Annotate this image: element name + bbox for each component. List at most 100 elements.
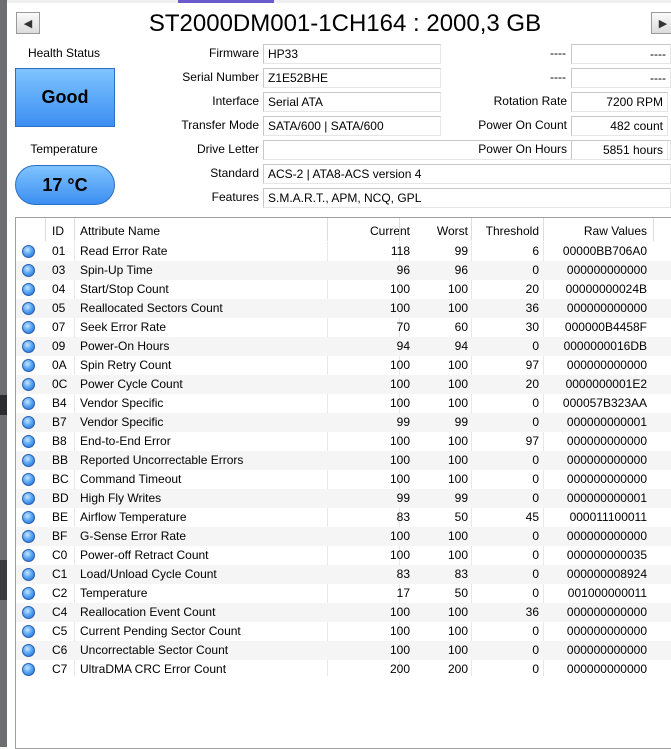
table-row[interactable]: 03 Spin-Up Time 96 96 0 000000000000 xyxy=(16,261,671,280)
power-on-count-field[interactable]: 482 count xyxy=(571,116,668,136)
firmware-label: Firmware xyxy=(209,46,259,60)
status-dot-icon xyxy=(22,663,35,676)
threshold-value: 0 xyxy=(532,662,539,676)
table-row[interactable]: C2 Temperature 17 50 0 001000000011 xyxy=(16,584,671,603)
firmware-field[interactable]: HP33 xyxy=(263,44,441,64)
current-value: 70 xyxy=(396,320,410,334)
status-dot-icon xyxy=(22,397,35,410)
raw-value: 000000000000 xyxy=(566,624,647,638)
worst-value: 94 xyxy=(454,339,468,353)
threshold-value: 6 xyxy=(532,244,539,258)
features-field[interactable]: S.M.A.R.T., APM, NCQ, GPL xyxy=(263,188,671,208)
serial-number-field[interactable]: Z1E52BHE xyxy=(263,68,441,88)
table-row[interactable]: BE Airflow Temperature 83 50 45 000011100011 xyxy=(16,508,671,527)
attribute-name: Uncorrectable Sector Count xyxy=(80,643,229,657)
table-row[interactable]: BF G-Sense Error Rate 100 100 0 000000000000 xyxy=(16,527,671,546)
table-row[interactable]: C6 Uncorrectable Sector Count 100 100 0 00000… xyxy=(16,641,671,660)
worst-value: 200 xyxy=(447,662,468,676)
attribute-id: C4 xyxy=(52,605,68,619)
status-cell xyxy=(16,375,46,394)
status-dot-icon xyxy=(22,473,35,486)
threshold-value: 0 xyxy=(532,396,539,410)
table-row[interactable]: BD High Fly Writes 99 99 0 000000000001 xyxy=(16,489,671,508)
rotation-rate-field[interactable]: 7200 RPM xyxy=(571,92,668,112)
table-row[interactable]: B7 Vendor Specific 99 99 0 000000000001 xyxy=(16,413,671,432)
attribute-name: Power Cycle Count xyxy=(80,377,183,391)
header-worst[interactable]: Worst xyxy=(400,220,468,242)
threshold-value: 0 xyxy=(532,491,539,505)
header-threshold[interactable]: Threshold xyxy=(472,220,539,242)
table-row[interactable]: B8 End-to-End Error 100 100 97 000000000000 xyxy=(16,432,671,451)
header-raw-values[interactable]: Raw Values xyxy=(544,220,647,242)
status-cell xyxy=(16,603,46,622)
disk-title: ST2000DM001-1CH164 : 2000,3 GB xyxy=(148,10,542,37)
status-cell xyxy=(16,394,46,413)
worst-value: 96 xyxy=(454,263,468,277)
status-cell xyxy=(16,242,46,261)
header-current[interactable]: Current xyxy=(328,220,410,242)
status-dot-icon xyxy=(22,416,35,429)
raw-value: 000000008924 xyxy=(566,567,647,581)
temperature-badge[interactable]: 17 °C xyxy=(15,165,115,205)
transfer-mode-field[interactable]: SATA/600 | SATA/600 xyxy=(263,116,441,136)
table-row[interactable]: C4 Reallocation Event Count 100 100 36 000000… xyxy=(16,603,671,622)
health-status-button[interactable]: Good xyxy=(15,68,115,127)
top-border xyxy=(0,0,671,3)
attribute-id: C0 xyxy=(52,548,68,562)
threshold-value: 0 xyxy=(532,415,539,429)
raw-value: 000000000000 xyxy=(566,301,647,315)
attribute-name: Reallocation Event Count xyxy=(80,605,216,619)
attribute-id: 0C xyxy=(52,377,68,391)
blank-label-2: ---- xyxy=(550,70,566,84)
header-divider xyxy=(45,218,46,241)
attribute-name: Power-off Retract Count xyxy=(80,548,209,562)
threshold-value: 0 xyxy=(532,586,539,600)
status-cell xyxy=(16,622,46,641)
next-disk-button[interactable]: ▶ xyxy=(651,12,671,34)
header-attribute-name[interactable]: Attribute Name xyxy=(80,220,328,242)
attribute-id: 01 xyxy=(52,244,66,258)
status-cell xyxy=(16,660,46,679)
power-on-hours-field[interactable]: 5851 hours xyxy=(571,140,668,160)
table-row[interactable]: C5 Current Pending Sector Count 100 100 0 000… xyxy=(16,622,671,641)
table-row[interactable]: C7 UltraDMA CRC Error Count 200 200 0 0000000… xyxy=(16,660,671,679)
status-dot-icon xyxy=(22,302,35,315)
blank-field-1[interactable]: ---- xyxy=(571,44,671,64)
attribute-id: 09 xyxy=(52,339,66,353)
status-cell xyxy=(16,451,46,470)
status-cell xyxy=(16,470,46,489)
table-row[interactable]: 0C Power Cycle Count 100 100 20 0000000001E2 xyxy=(16,375,671,394)
threshold-value: 36 xyxy=(525,605,539,619)
attribute-id: C5 xyxy=(52,624,68,638)
table-row[interactable]: B4 Vendor Specific 100 100 0 000057B323AA xyxy=(16,394,671,413)
table-row[interactable]: 09 Power-On Hours 94 94 0 0000000016DB xyxy=(16,337,671,356)
status-dot-icon xyxy=(22,492,35,505)
blank-field-2[interactable]: ---- xyxy=(571,68,671,88)
table-row[interactable]: 04 Start/Stop Count 100 100 20 00000000024B xyxy=(16,280,671,299)
current-value: 94 xyxy=(396,339,410,353)
status-dot-icon xyxy=(22,340,35,353)
status-cell xyxy=(16,508,46,527)
temperature-label: Temperature xyxy=(30,142,98,156)
table-row[interactable]: 01 Read Error Rate 118 99 6 00000BB706A0 xyxy=(16,242,671,261)
table-row[interactable]: 0A Spin Retry Count 100 100 97 000000000000 xyxy=(16,356,671,375)
status-dot-icon xyxy=(22,264,35,277)
current-value: 100 xyxy=(389,301,410,315)
attribute-name: Seek Error Rate xyxy=(80,320,167,334)
table-row[interactable]: BB Reported Uncorrectable Errors 100 100 0 00… xyxy=(16,451,671,470)
table-row[interactable]: 05 Reallocated Sectors Count 100 100 36 00000… xyxy=(16,299,671,318)
smart-attributes-table[interactable]: ID Attribute Name Current Worst Threshol… xyxy=(15,217,671,749)
current-value: 118 xyxy=(390,244,410,258)
table-row[interactable]: C1 Load/Unload Cycle Count 83 83 0 0000000089… xyxy=(16,565,671,584)
attribute-id: 07 xyxy=(52,320,66,334)
table-row[interactable]: BC Command Timeout 100 100 0 000000000000 xyxy=(16,470,671,489)
interface-field[interactable]: Serial ATA xyxy=(263,92,441,112)
status-dot-icon xyxy=(22,359,35,372)
worst-value: 60 xyxy=(454,320,468,334)
attribute-id: 03 xyxy=(52,263,66,277)
current-value: 83 xyxy=(396,510,410,524)
worst-value: 100 xyxy=(447,434,468,448)
standard-field[interactable]: ACS-2 | ATA8-ACS version 4 xyxy=(263,164,671,184)
table-row[interactable]: 07 Seek Error Rate 70 60 30 000000B4458F xyxy=(16,318,671,337)
table-row[interactable]: C0 Power-off Retract Count 100 100 0 00000000… xyxy=(16,546,671,565)
